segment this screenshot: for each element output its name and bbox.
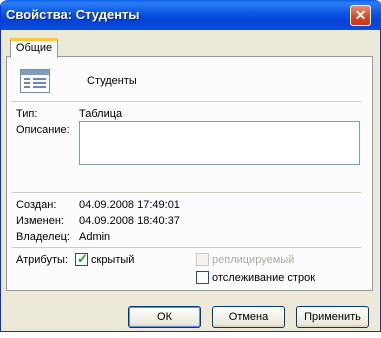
separator [11, 192, 361, 193]
close-icon: ✕ [354, 7, 367, 23]
attributes-label: Атрибуты: [16, 254, 68, 266]
replicated-checkbox-label[interactable]: реплицируемый [212, 254, 294, 266]
close-button[interactable]: ✕ [350, 5, 371, 26]
description-label: Описание: [16, 124, 70, 136]
separator [11, 247, 361, 248]
table-icon [20, 69, 50, 93]
properties-dialog: Свойства: Студенты ✕ Общие Студенты Тип:… [0, 0, 381, 332]
modified-label: Изменен: [16, 215, 64, 227]
replicated-checkbox[interactable] [196, 253, 209, 266]
tab-general[interactable]: Общие [10, 38, 58, 58]
apply-button[interactable]: Применить [296, 306, 369, 328]
created-label: Создан: [16, 199, 57, 211]
row-tracking-checkbox[interactable] [196, 271, 209, 284]
cancel-button[interactable]: Отмена [212, 306, 285, 328]
object-name: Студенты [87, 75, 137, 87]
type-value: Таблица [79, 108, 123, 120]
description-field[interactable] [79, 121, 360, 165]
title-bar[interactable]: Свойства: Студенты ✕ [1, 0, 381, 30]
row-tracking-checkbox-label[interactable]: отслеживание строк [212, 272, 315, 284]
checkmark-icon: ✓ [77, 251, 88, 266]
hidden-checkbox-label[interactable]: скрытый [91, 254, 134, 266]
type-label: Тип: [16, 108, 38, 120]
owner-label: Владелец: [16, 231, 70, 243]
owner-value: Admin [79, 231, 111, 243]
created-value: 04.09.2008 17:49:01 [79, 199, 180, 211]
window-title: Свойства: Студенты [6, 7, 140, 22]
hidden-checkbox[interactable]: ✓ [75, 251, 88, 266]
modified-value: 04.09.2008 18:40:37 [79, 215, 180, 227]
separator [11, 101, 361, 102]
ok-button[interactable]: ОК [128, 306, 201, 328]
